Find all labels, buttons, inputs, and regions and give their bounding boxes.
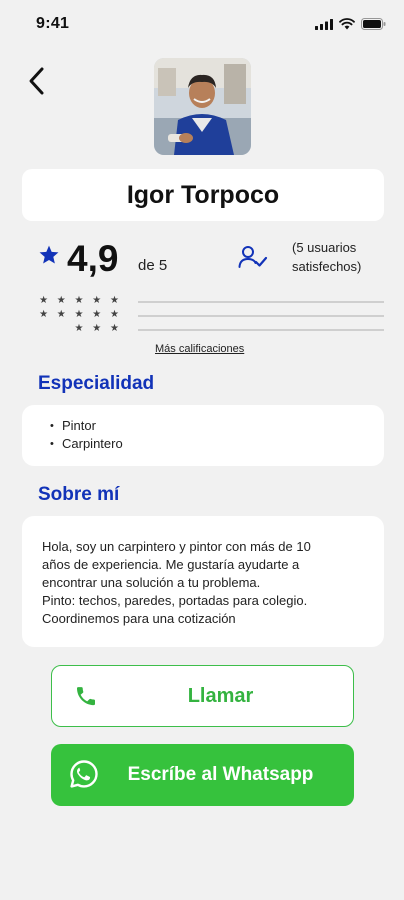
profile-name: Igor Torpoco (126, 180, 280, 209)
list-item: Pintor (50, 417, 384, 435)
star-icon (39, 245, 59, 264)
status-bar: 9:41 (0, 0, 404, 48)
about-line: Coordinemos para una cotización (42, 611, 236, 626)
about-text: Hola, soy un carpintero y pintor con más… (22, 516, 384, 628)
distribution-bar (138, 329, 384, 331)
rating-value: 4,9 (67, 238, 119, 279)
rating-summary: 4,9 de 5 (5 usuarios satisfechos) (38, 232, 378, 282)
rating-scale: de 5 (138, 257, 168, 274)
status-time: 9:41 (36, 15, 70, 32)
whatsapp-icon (70, 760, 98, 788)
back-chevron-icon (29, 67, 44, 95)
distribution-bar (138, 301, 384, 303)
distribution-row: ★ ★ ★ ★ ★ (39, 296, 384, 310)
rating-distribution: ★ ★ ★ ★ ★ ★ ★ ★ ★ ★ ★ ★ ★ (39, 296, 384, 338)
satisfied-users-line2: satisfechos) (292, 259, 362, 274)
back-button[interactable] (26, 64, 50, 98)
name-card: Igor Torpoco (22, 169, 384, 221)
about-line: años de experiencia. Me gustaría ayudart… (42, 557, 300, 572)
wifi-icon (339, 18, 355, 30)
distribution-row: ★ ★ ★ ★ ★ (39, 310, 384, 324)
status-icons (315, 18, 386, 30)
battery-icon (361, 18, 386, 30)
avatar (154, 58, 251, 155)
phone-icon (77, 687, 95, 706)
distribution-stars: ★ ★ ★ (74, 323, 122, 334)
profile-photo (154, 58, 251, 155)
about-title: Sobre mí (38, 484, 120, 505)
specialty-title: Especialidad (38, 373, 155, 394)
specialty-list: Pintor Carpintero (22, 405, 384, 453)
whatsapp-button[interactable]: Escríbe al Whatsapp (51, 744, 354, 806)
about-line: Pinto: techos, paredes, portadas para co… (42, 593, 308, 608)
list-item: Carpintero (50, 435, 384, 453)
about-line: Hola, soy un carpintero y pintor con más… (42, 539, 311, 554)
more-ratings-link[interactable]: Más calificaciones (155, 343, 244, 355)
users-check-icon (238, 246, 268, 268)
specialty-card: Pintor Carpintero (22, 405, 384, 466)
distribution-stars: ★ ★ ★ ★ ★ (39, 295, 122, 306)
satisfied-users: (5 usuarios satisfechos) (292, 238, 392, 276)
distribution-bar (138, 315, 384, 317)
distribution-row: ★ ★ ★ (62, 324, 384, 338)
signal-icon (315, 18, 333, 30)
about-line: encontrar una solución a tu problema. (42, 575, 261, 590)
satisfied-users-line1: (5 usuarios (292, 240, 357, 255)
call-button[interactable]: Llamar (51, 665, 354, 727)
distribution-stars: ★ ★ ★ ★ ★ (39, 309, 122, 320)
about-card: Hola, soy un carpintero y pintor con más… (22, 516, 384, 647)
